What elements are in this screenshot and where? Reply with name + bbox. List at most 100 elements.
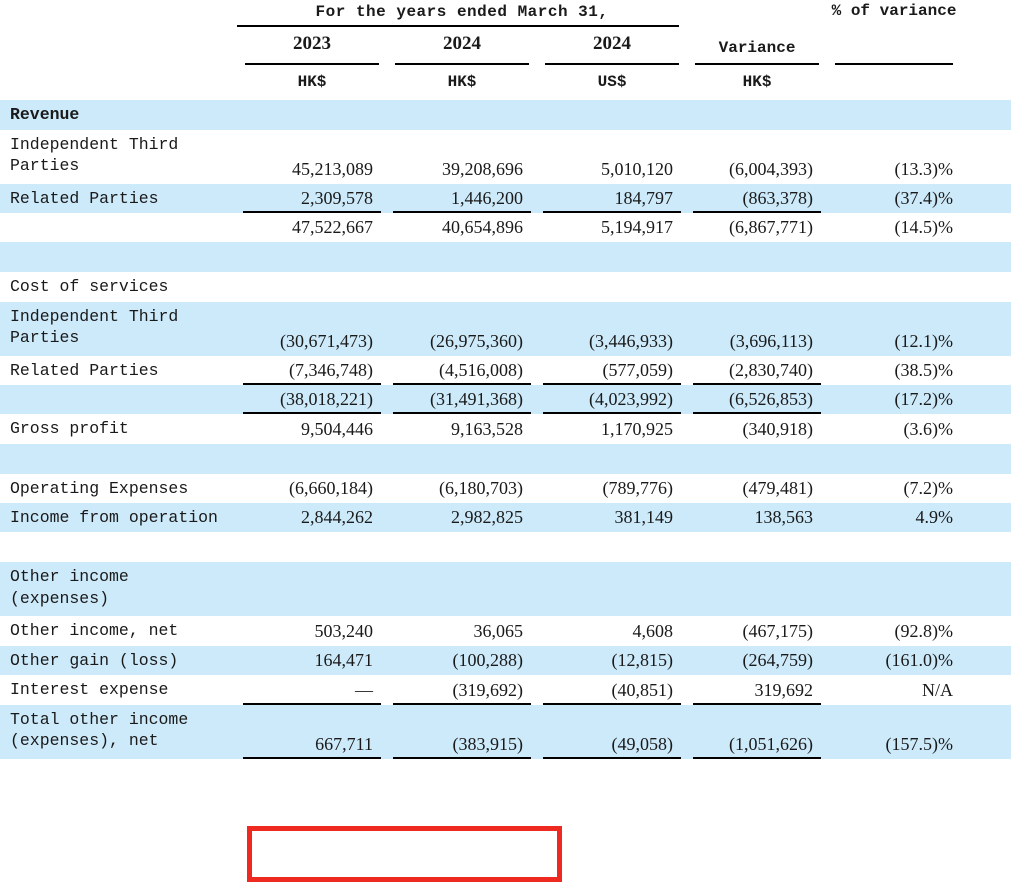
row-label: Independent Third Parties <box>0 129 237 184</box>
cell-2023: 667,711 <box>237 704 387 759</box>
cell-2024-hkd: (383,915) <box>387 704 537 759</box>
cell-2024-usd: (3,446,933) <box>537 301 688 356</box>
row-tail <box>961 183 1011 214</box>
row-label: Revenue <box>0 100 237 130</box>
row-tail <box>961 704 1011 759</box>
cell-2024-hkd: (6,180,703) <box>387 473 537 504</box>
table-row <box>0 242 1011 273</box>
cell-pct-variance: (13.3)% <box>827 129 962 184</box>
table-row: Income from operation 2,844,262 2,982,825 3… <box>0 503 1011 533</box>
cell-pct-variance: (157.5)% <box>827 704 962 759</box>
cell-pct-variance <box>827 272 962 302</box>
header-period-title: For the years ended March 31, <box>315 3 609 22</box>
row-label: Gross profit <box>0 414 237 444</box>
cell-2024-hkd <box>387 443 537 474</box>
cell-2024-usd: 4,608 <box>537 616 688 646</box>
cell-2024-hkd <box>387 562 537 617</box>
row-tail <box>961 443 1011 474</box>
cell-2024-hkd: (100,288) <box>387 645 537 676</box>
cell-2024-usd: (4,023,992) <box>537 385 688 415</box>
table-row: Revenue <box>0 100 1011 130</box>
header-col-2024-usd: 2024 <box>593 33 632 55</box>
cell-variance: (479,481) <box>687 473 828 504</box>
currency-2024-hkd: HK$ <box>447 73 477 92</box>
cell-2024-hkd <box>387 532 537 563</box>
cell-2024-usd: (789,776) <box>537 473 688 504</box>
table-row: Cost of services <box>0 272 1011 302</box>
cell-2023 <box>237 532 387 563</box>
cell-pct-variance: (38.5)% <box>827 355 962 386</box>
row-tail <box>961 616 1011 646</box>
row-label: Other income (expenses) <box>0 562 237 617</box>
row-tail <box>961 645 1011 676</box>
cell-pct-variance <box>827 100 962 130</box>
cell-2024-usd: (49,058) <box>537 704 688 759</box>
cell-2023: (30,671,473) <box>237 301 387 356</box>
cell-pct-variance: (92.8)% <box>827 616 962 646</box>
cell-variance: 138,563 <box>687 503 828 533</box>
cell-variance: (6,004,393) <box>687 129 828 184</box>
cell-2024-hkd: 36,065 <box>387 616 537 646</box>
cell-pct-variance: (3.6)% <box>827 414 962 444</box>
header-year-tail <box>827 27 961 62</box>
cell-variance <box>687 272 828 302</box>
cell-2024-usd: 381,149 <box>537 503 688 533</box>
header-span-empty-variance <box>687 0 827 24</box>
cell-2024-usd: 5,010,120 <box>537 129 688 184</box>
row-tail <box>961 532 1011 563</box>
currency-pct-variance <box>827 65 961 100</box>
cell-variance: (2,830,740) <box>687 355 828 386</box>
cell-pct-variance <box>827 443 962 474</box>
cell-2023: — <box>237 675 387 706</box>
table-row <box>0 532 1011 563</box>
cell-2024-usd: 5,194,917 <box>537 213 688 243</box>
header-col-2023: 2023 <box>293 33 331 55</box>
row-label: Other gain (loss) <box>0 645 237 676</box>
currency-empty <box>0 65 237 100</box>
cell-variance <box>687 443 828 474</box>
cell-pct-variance: (17.2)% <box>827 385 962 415</box>
cell-2024-usd: (12,815) <box>537 645 688 676</box>
table-row: Other income, net 503,240 36,065 4,608 (467,… <box>0 616 1011 646</box>
row-label <box>0 532 237 563</box>
cell-2024-usd <box>537 532 688 563</box>
row-label <box>0 242 237 273</box>
cell-variance: (340,918) <box>687 414 828 444</box>
table-row: (38,018,221) (31,491,368) (4,023,992) (6,52… <box>0 385 1011 415</box>
cell-pct-variance: (12.1)% <box>827 301 962 356</box>
row-tail <box>961 100 1011 130</box>
table-row: Interest expense — (319,692) (40,851) 319,69… <box>0 675 1011 706</box>
cell-pct-variance: (14.5)% <box>827 213 962 243</box>
cell-variance: (467,175) <box>687 616 828 646</box>
cell-variance <box>687 562 828 617</box>
cell-2024-hkd: 39,208,696 <box>387 129 537 184</box>
cell-variance: 319,692 <box>687 675 828 706</box>
row-label <box>0 443 237 474</box>
cell-2024-hkd: (31,491,368) <box>387 385 537 415</box>
cell-pct-variance: N/A <box>827 675 962 705</box>
cell-variance <box>687 242 828 273</box>
cell-2023: 164,471 <box>237 645 387 676</box>
financial-table-sheet: For the years ended March 31, % of varia… <box>0 0 1011 890</box>
cell-2024-hkd: 40,654,896 <box>387 213 537 243</box>
row-tail <box>961 473 1011 504</box>
table-row: Other gain (loss) 164,471 (100,288) (12,815… <box>0 645 1011 676</box>
cell-variance <box>687 100 828 130</box>
table-row: 47,522,667 40,654,896 5,194,917 (6,867,771)… <box>0 213 1011 243</box>
header-span-tail <box>961 0 1011 24</box>
cell-2024-hkd: (4,516,008) <box>387 355 537 386</box>
cell-2024-usd: (577,059) <box>537 355 688 386</box>
rule-empty-tail <box>961 24 1011 27</box>
row-label: Other income, net <box>0 616 237 646</box>
cell-2023 <box>237 443 387 474</box>
header-col-2024-hkd: 2024 <box>443 33 481 55</box>
table-row: Other income (expenses) <box>0 562 1011 617</box>
cell-2024-usd <box>537 562 688 617</box>
cell-pct-variance <box>827 532 962 563</box>
table-row: Related Parties 2,309,578 1,446,200 184,797… <box>0 183 1011 214</box>
cell-2023: (7,346,748) <box>237 355 387 386</box>
cell-pct-variance: 4.9% <box>827 503 962 533</box>
cell-2024-usd: 1,170,925 <box>537 414 688 444</box>
cell-2024-usd <box>537 272 688 302</box>
row-label: Related Parties <box>0 355 237 386</box>
